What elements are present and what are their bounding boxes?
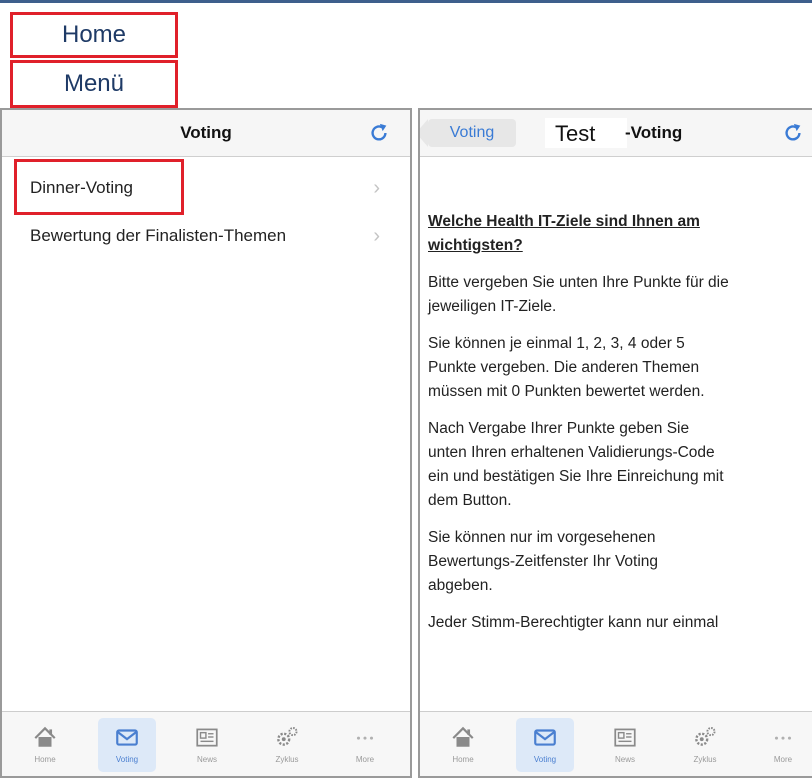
paragraph: Bitte vergeben Sie unten Ihre Punkte für… xyxy=(428,271,812,319)
tab-zyklus[interactable]: Zyklus xyxy=(258,718,316,772)
envelope-icon xyxy=(116,729,138,746)
paragraph-line: Sie können nur im vorgesehenen xyxy=(428,529,656,546)
tab-label: Zyklus xyxy=(693,755,717,764)
paragraph-line: müssen mit 0 Punkten bewertet werden. xyxy=(428,383,705,400)
tab-more[interactable]: More xyxy=(754,718,812,772)
more-dots-icon xyxy=(774,736,792,740)
test-callout-label: Test xyxy=(555,121,596,146)
paragraph-line: abgeben. xyxy=(428,577,493,594)
home-icon xyxy=(34,726,56,747)
paragraph-line: Nach Vergabe Ihrer Punkte geben Sie xyxy=(428,420,690,437)
gears-icon xyxy=(695,727,716,746)
left-navbar: Voting xyxy=(2,110,410,157)
tab-more[interactable]: More xyxy=(336,718,394,772)
gears-icon xyxy=(277,727,298,746)
tab-label: Home xyxy=(452,755,474,764)
tab-label: Voting xyxy=(115,755,139,764)
home-callout[interactable]: Home xyxy=(10,12,178,58)
tab-label: Zyklus xyxy=(275,755,299,764)
tab-zyklus[interactable]: Zyklus xyxy=(676,718,734,772)
tab-news[interactable]: News xyxy=(178,718,236,772)
question-heading: Welche Health IT-Ziele sind Ihnen am wich… xyxy=(428,210,812,258)
newspaper-icon xyxy=(614,728,636,747)
question-line: Welche Health IT-Ziele sind Ihnen am xyxy=(428,213,700,230)
back-button-label: Voting xyxy=(449,124,495,141)
paragraph: Nach Vergabe Ihrer Punkte geben Sie unten… xyxy=(428,417,812,513)
paragraph: Sie können nur im vorgesehenen Bewertungs… xyxy=(428,526,812,598)
paragraph-line: Punkte vergeben. Die anderen Themen xyxy=(428,359,700,376)
dinner-voting-callout xyxy=(14,159,184,215)
home-icon xyxy=(452,726,474,747)
paragraph: Sie können je einmal 1, 2, 3, 4 oder 5 Pu… xyxy=(428,332,812,404)
paragraph-line: ein und bestätigen Sie Ihre Einreichung … xyxy=(428,468,724,485)
top-border xyxy=(0,0,812,3)
refresh-icon[interactable] xyxy=(368,122,390,144)
newspaper-icon xyxy=(196,728,218,747)
tab-bar-left: Home Voting News Zyklus More xyxy=(2,711,410,776)
tab-label: News xyxy=(196,755,217,764)
right-panel: Voting Test -Voting Welche Health IT-Zie… xyxy=(418,108,812,778)
right-navbar: Voting Test -Voting xyxy=(420,110,812,157)
paragraph-line: jeweiligen IT-Ziele. xyxy=(428,298,557,315)
test-callout: Test xyxy=(545,118,627,148)
back-arrow-icon xyxy=(420,119,428,147)
tab-label: Voting xyxy=(533,755,557,764)
tab-label: More xyxy=(355,755,375,764)
tab-bar-right: Home Voting News Zyklus More xyxy=(420,711,812,776)
left-nav-title: Voting xyxy=(180,123,232,142)
list-item-label: Bewertung der Finalisten-Themen xyxy=(30,226,287,245)
paragraph-line: Bewertungs-Zeitfenster Ihr Voting xyxy=(428,553,659,570)
list-item-bewertung[interactable]: Bewertung der Finalisten-Themen › xyxy=(2,214,410,258)
chevron-right-icon: › xyxy=(373,224,380,247)
right-nav-title: -Voting xyxy=(625,123,683,142)
tab-home[interactable]: Home xyxy=(434,718,492,772)
paragraph-line: dem Button. xyxy=(428,492,512,509)
menu-callout[interactable]: Menü xyxy=(10,60,178,108)
tab-voting[interactable]: Voting xyxy=(516,718,574,772)
chevron-right-icon: › xyxy=(373,176,380,199)
paragraph: Jeder Stimm-Berechtigter kann nur einmal xyxy=(428,611,812,635)
menu-callout-label: Menü xyxy=(63,70,125,97)
paragraph-line: unten Ihren erhaltenen Validierungs-Code xyxy=(428,444,715,461)
voting-description: Welche Health IT-Ziele sind Ihnen am wich… xyxy=(428,210,812,648)
paragraph-line: Jeder Stimm-Berechtigter kann nur einmal xyxy=(428,614,719,631)
paragraph-line: Sie können je einmal 1, 2, 3, 4 oder 5 xyxy=(428,335,685,352)
tab-label: Home xyxy=(34,755,56,764)
tab-voting[interactable]: Voting xyxy=(98,718,156,772)
tab-label: News xyxy=(614,755,635,764)
tab-home[interactable]: Home xyxy=(16,718,74,772)
more-dots-icon xyxy=(356,736,374,740)
refresh-icon[interactable] xyxy=(782,122,804,144)
tab-label: More xyxy=(773,755,793,764)
paragraph-line: Bitte vergeben Sie unten Ihre Punkte für… xyxy=(428,274,729,291)
home-callout-label: Home xyxy=(61,21,127,48)
envelope-icon xyxy=(534,729,556,746)
back-button[interactable]: Voting xyxy=(420,119,516,147)
tab-news[interactable]: News xyxy=(596,718,654,772)
question-line: wichtigsten? xyxy=(428,237,523,254)
